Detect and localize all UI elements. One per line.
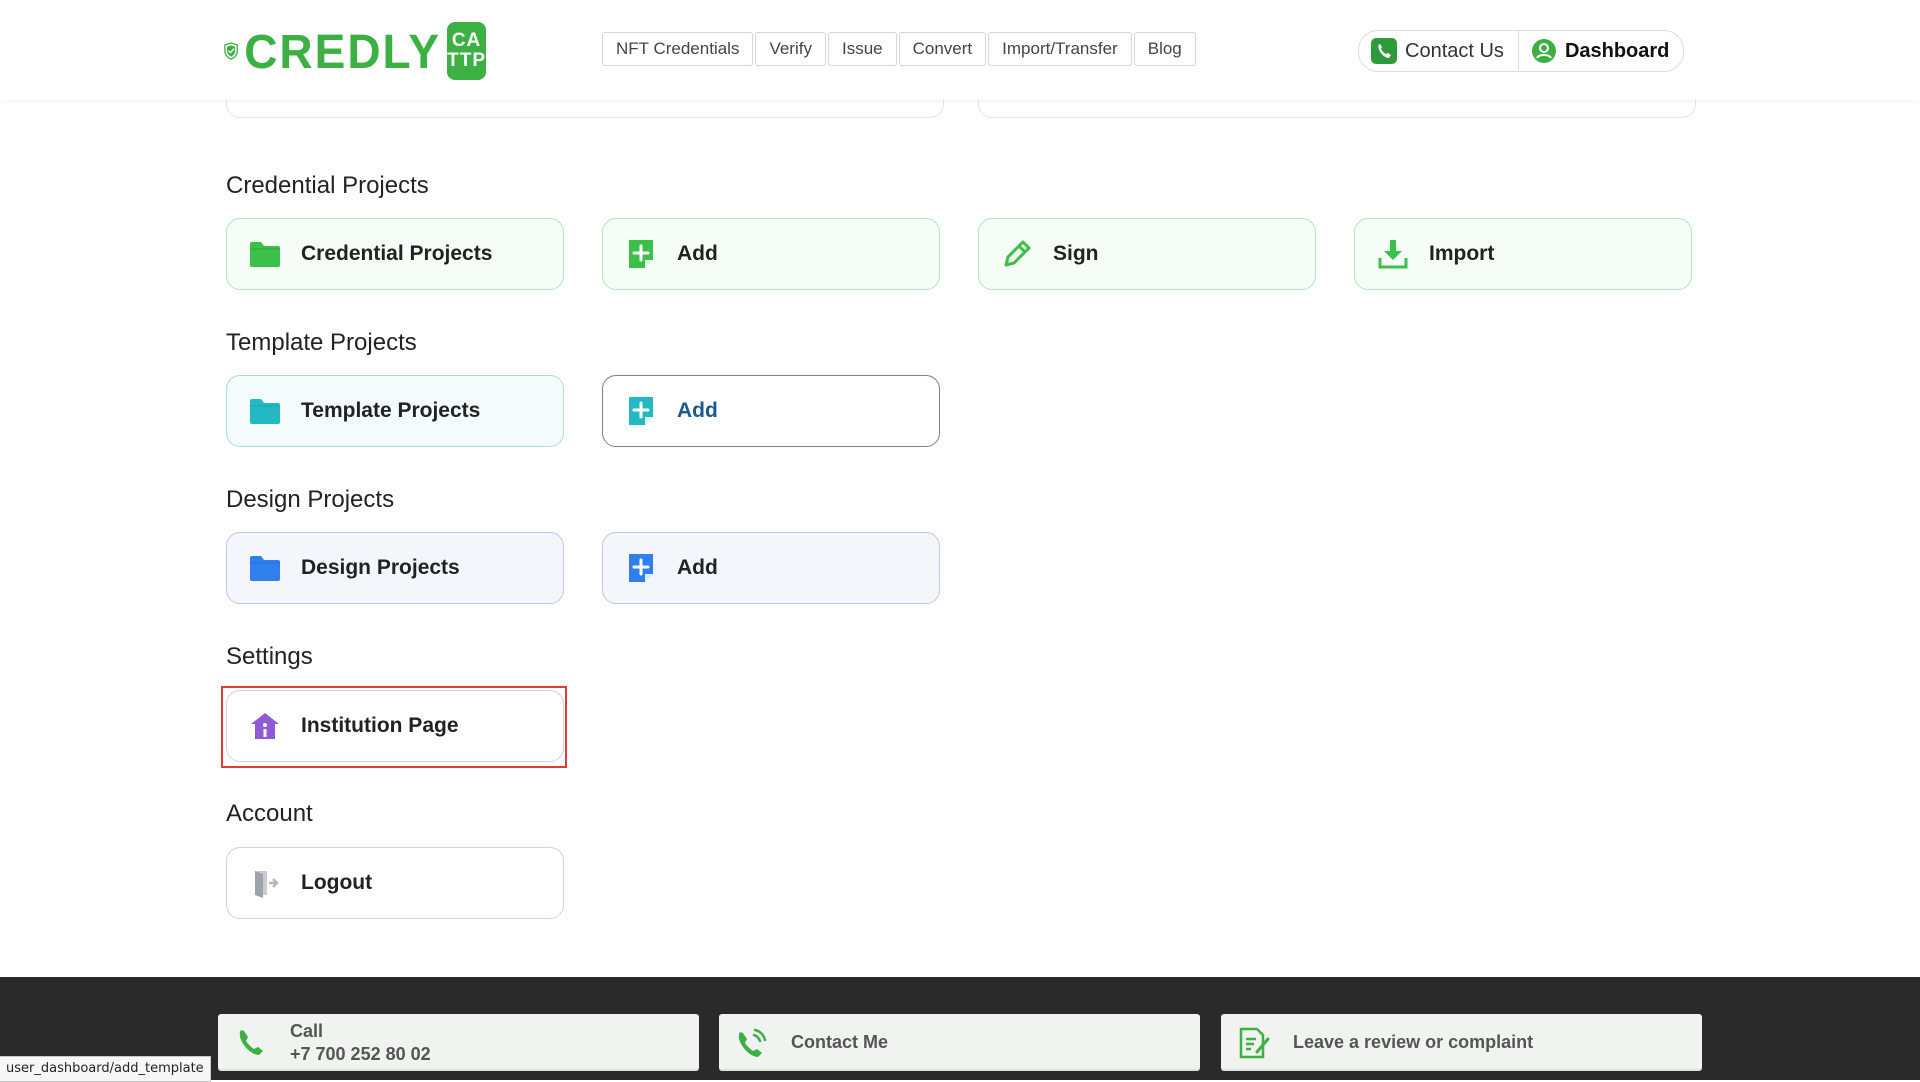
review-label: Leave a review or complaint <box>1293 1032 1534 1052</box>
shield-check-icon <box>224 42 238 60</box>
logo-badge: CA TTP <box>447 22 486 80</box>
phone-call-icon <box>738 1028 767 1057</box>
phone-icon <box>1371 38 1397 64</box>
credential-sign-card[interactable]: Sign <box>978 218 1316 290</box>
add-file-icon <box>625 238 657 270</box>
logout-card[interactable]: Logout <box>226 847 564 919</box>
design-add-card[interactable]: Add <box>602 532 940 604</box>
design-projects-label: Design Projects <box>301 556 460 579</box>
section-title-credential-projects: Credential Projects <box>226 172 429 199</box>
call-text: Call +7 700 252 80 02 <box>290 1020 431 1066</box>
institution-icon <box>249 710 281 742</box>
design-add-label: Add <box>677 556 718 579</box>
credential-projects-card[interactable]: Credential Projects <box>226 218 564 290</box>
download-icon <box>1377 238 1409 270</box>
institution-page-card[interactable]: Institution Page <box>226 690 564 762</box>
pencil-icon <box>1001 238 1033 270</box>
logo-wordmark: CREDLY <box>244 23 442 79</box>
logo-badge-line1: CA <box>451 30 482 51</box>
contact-us-button[interactable]: Contact Us <box>1359 31 1518 71</box>
contact-us-label: Contact Us <box>1405 39 1504 62</box>
credential-add-card[interactable]: Add <box>602 218 940 290</box>
credential-import-label: Import <box>1429 242 1495 265</box>
section-title-template-projects: Template Projects <box>226 329 417 356</box>
folder-icon <box>249 395 281 427</box>
nav-convert[interactable]: Convert <box>898 32 987 66</box>
credential-projects-label: Credential Projects <box>301 242 493 265</box>
template-projects-card[interactable]: Template Projects <box>226 375 564 447</box>
dashboard-label: Dashboard <box>1564 39 1670 62</box>
design-projects-card[interactable]: Design Projects <box>226 532 564 604</box>
call-label: Call <box>290 1020 324 1041</box>
nav-import-transfer[interactable]: Import/Transfer <box>988 32 1132 66</box>
contact-me-button[interactable]: Contact Me <box>719 1014 1200 1071</box>
header-actions: Contact Us Dashboard <box>1358 30 1685 72</box>
credential-import-card[interactable]: Import <box>1354 218 1692 290</box>
call-number: +7 700 252 80 02 <box>290 1043 431 1064</box>
credential-add-label: Add <box>677 242 718 265</box>
dashboard-button[interactable]: Dashboard <box>1517 31 1683 71</box>
nav-nft-credentials[interactable]: NFT Credentials <box>602 32 754 66</box>
phone-icon <box>239 1029 263 1055</box>
call-button[interactable]: Call +7 700 252 80 02 <box>218 1014 699 1071</box>
logout-icon <box>249 867 281 899</box>
template-projects-label: Template Projects <box>301 399 481 422</box>
user-circle-icon <box>1531 39 1556 63</box>
add-file-icon <box>625 395 657 427</box>
template-add-label: Add <box>677 399 718 422</box>
contact-me-label: Contact Me <box>791 1032 889 1052</box>
main-nav: NFT Credentials Verify Issue Convert Imp… <box>602 32 1196 66</box>
template-add-card[interactable]: Add <box>602 375 940 447</box>
credential-sign-label: Sign <box>1053 242 1099 265</box>
top-header: CREDLY CA TTP NFT Credentials Verify Iss… <box>0 0 1920 100</box>
section-title-settings: Settings <box>226 643 313 670</box>
add-file-icon <box>625 552 657 584</box>
logout-label: Logout <box>301 871 373 894</box>
review-button[interactable]: Leave a review or complaint <box>1221 1014 1702 1071</box>
nav-blog[interactable]: Blog <box>1133 32 1196 66</box>
logo-badge-line2: TTP <box>447 50 486 71</box>
section-title-design-projects: Design Projects <box>226 486 395 513</box>
section-title-account: Account <box>226 800 313 827</box>
credly-logo[interactable]: CREDLY CA TTP <box>224 10 486 92</box>
folder-icon <box>249 552 281 584</box>
status-bar-url: user_dashboard/add_template <box>0 1056 211 1082</box>
nav-verify[interactable]: Verify <box>755 32 826 66</box>
review-document-icon <box>1239 1027 1270 1058</box>
nav-issue[interactable]: Issue <box>827 32 897 66</box>
folder-icon <box>249 238 281 270</box>
institution-page-label: Institution Page <box>301 714 459 737</box>
